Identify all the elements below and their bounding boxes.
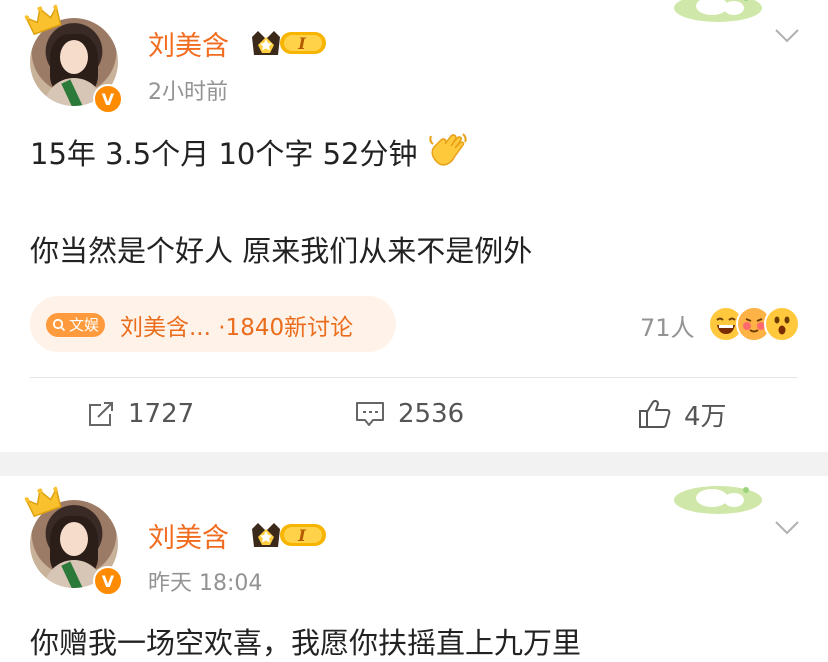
waving-hand-icon [429,133,468,166]
like-count: 4万 [684,401,727,432]
post-text-line: 15年 3.5个月 10个字 52分钟 [30,130,471,173]
verified-icon: V [93,566,123,596]
verified-icon: V [93,84,123,114]
author-avatar[interactable]: V [24,486,127,596]
like-button[interactable]: 4万 [638,396,727,432]
topic-label: 刘美含... ·1840新讨论 [120,315,354,341]
post-text: 15年 3.5个月 10个字 52分钟 [30,137,418,171]
repost-button[interactable]: 1727 [86,396,194,432]
level-badge-icon[interactable]: I [250,519,328,551]
post-text: 你当然是个好人 原来我们从来不是例外 [30,234,533,268]
post-text: 你赠我一场空欢喜，我愿你扶摇直上九万里 [30,626,582,660]
reaction-count[interactable]: 71人 [640,308,695,343]
like-icon [639,399,671,428]
post-card: V 刘美含 I 昨天 18:04 你赠我一场空欢喜，我愿你扶摇直上九万里 [0,476,828,662]
repost-icon [89,402,113,426]
search-icon [52,318,66,332]
level-text: I [297,526,306,545]
surprised-emoji-icon [764,306,800,342]
repost-count: 1727 [128,399,195,429]
sticker-icon [674,0,762,22]
comment-icon [356,402,384,426]
level-text: I [297,34,306,53]
level-badge-icon[interactable]: I [250,27,328,59]
post-time: 2小时前 [148,80,228,105]
comment-button[interactable]: 2536 [354,396,464,432]
chevron-down-icon[interactable] [774,520,800,536]
reaction-faces[interactable] [708,304,800,342]
topic-tag-label: 文娱 [69,316,100,334]
feed-separator [0,452,828,476]
divider [30,377,798,378]
post-time: 昨天 18:04 [148,571,263,596]
author-name[interactable]: 刘美含 [148,24,229,63]
author-avatar[interactable]: V [24,4,127,114]
author-name[interactable]: 刘美含 [148,516,229,555]
topic-tag: 文娱 [46,313,106,337]
sticker-icon [674,486,762,514]
chevron-down-icon[interactable] [774,28,800,44]
comment-count: 2536 [398,399,465,429]
topic-link[interactable]: 文娱 刘美含... ·1840新讨论 [30,296,396,352]
post-card: V 刘美含 I 2小时前 15年 3.5个月 10个字 52分钟 你当然是个好人… [0,0,828,452]
